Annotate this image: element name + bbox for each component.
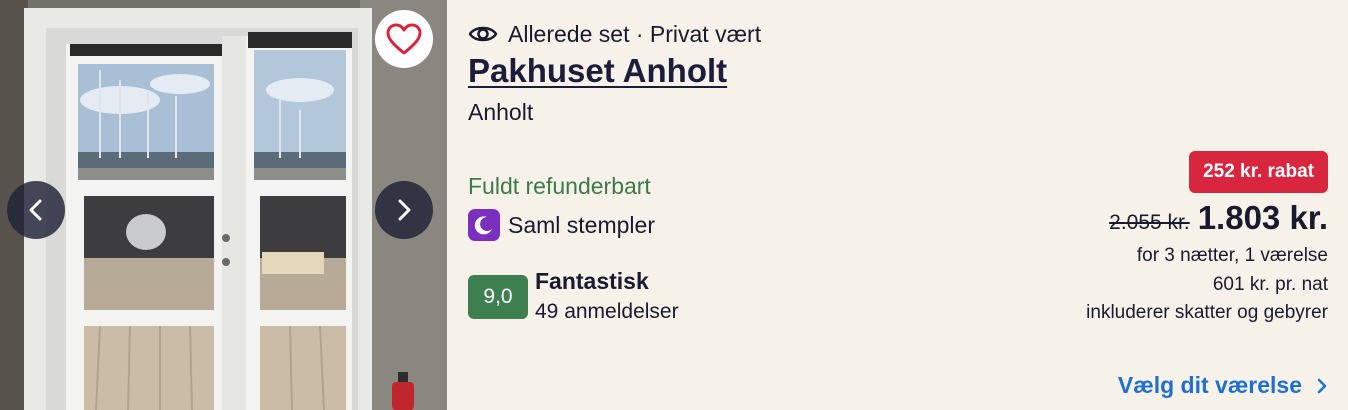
old-price: 2.055 kr.: [1109, 211, 1190, 234]
hotel-photo[interactable]: [0, 0, 447, 410]
rating-score-badge: 9,0: [468, 275, 528, 319]
moon-icon: [468, 209, 500, 241]
heart-icon: [386, 23, 422, 55]
favorite-button[interactable]: [375, 10, 433, 68]
previous-photo-button[interactable]: [7, 181, 65, 239]
listing-info: Allerede set · Privat vært Pakhuset Anho…: [468, 0, 1328, 410]
next-photo-button[interactable]: [375, 181, 433, 239]
stay-details: for 3 nætter, 1 værelse: [1136, 245, 1328, 266]
hotel-location: Anholt: [468, 99, 534, 125]
discount-badge: 252 kr. rabat: [1189, 151, 1328, 193]
hotel-title-link[interactable]: Pakhuset Anholt: [468, 52, 727, 90]
taxes-note: inkluderer skatter og gebyrer: [1086, 302, 1328, 323]
price-row: 2.055 kr. 1.803 kr.: [1109, 199, 1328, 237]
chevron-right-icon: [398, 199, 411, 221]
rating-word: Fantastisk: [535, 268, 649, 294]
choose-room-label: Vælg dit værelse: [1117, 372, 1302, 398]
stamps-row: Saml stempler: [468, 209, 655, 241]
chevron-right-icon: [1316, 377, 1328, 395]
hotel-card: Allerede set · Privat vært Pakhuset Anho…: [0, 0, 1348, 410]
choose-room-link[interactable]: Vælg dit værelse: [1118, 372, 1328, 399]
current-price: 1.803 kr.: [1197, 199, 1328, 236]
chevron-left-icon: [29, 199, 42, 221]
stamps-label: Saml stempler: [508, 211, 655, 238]
seen-status: Allerede set · Privat vært: [468, 19, 761, 49]
seen-text: Allerede set · Privat vært: [508, 20, 762, 47]
price-per-night: 601 kr. pr. nat: [1212, 274, 1328, 295]
refund-policy: Fuldt refunderbart: [468, 173, 651, 199]
eye-icon: [468, 23, 498, 45]
review-count[interactable]: 49 anmeldelser: [535, 300, 679, 324]
